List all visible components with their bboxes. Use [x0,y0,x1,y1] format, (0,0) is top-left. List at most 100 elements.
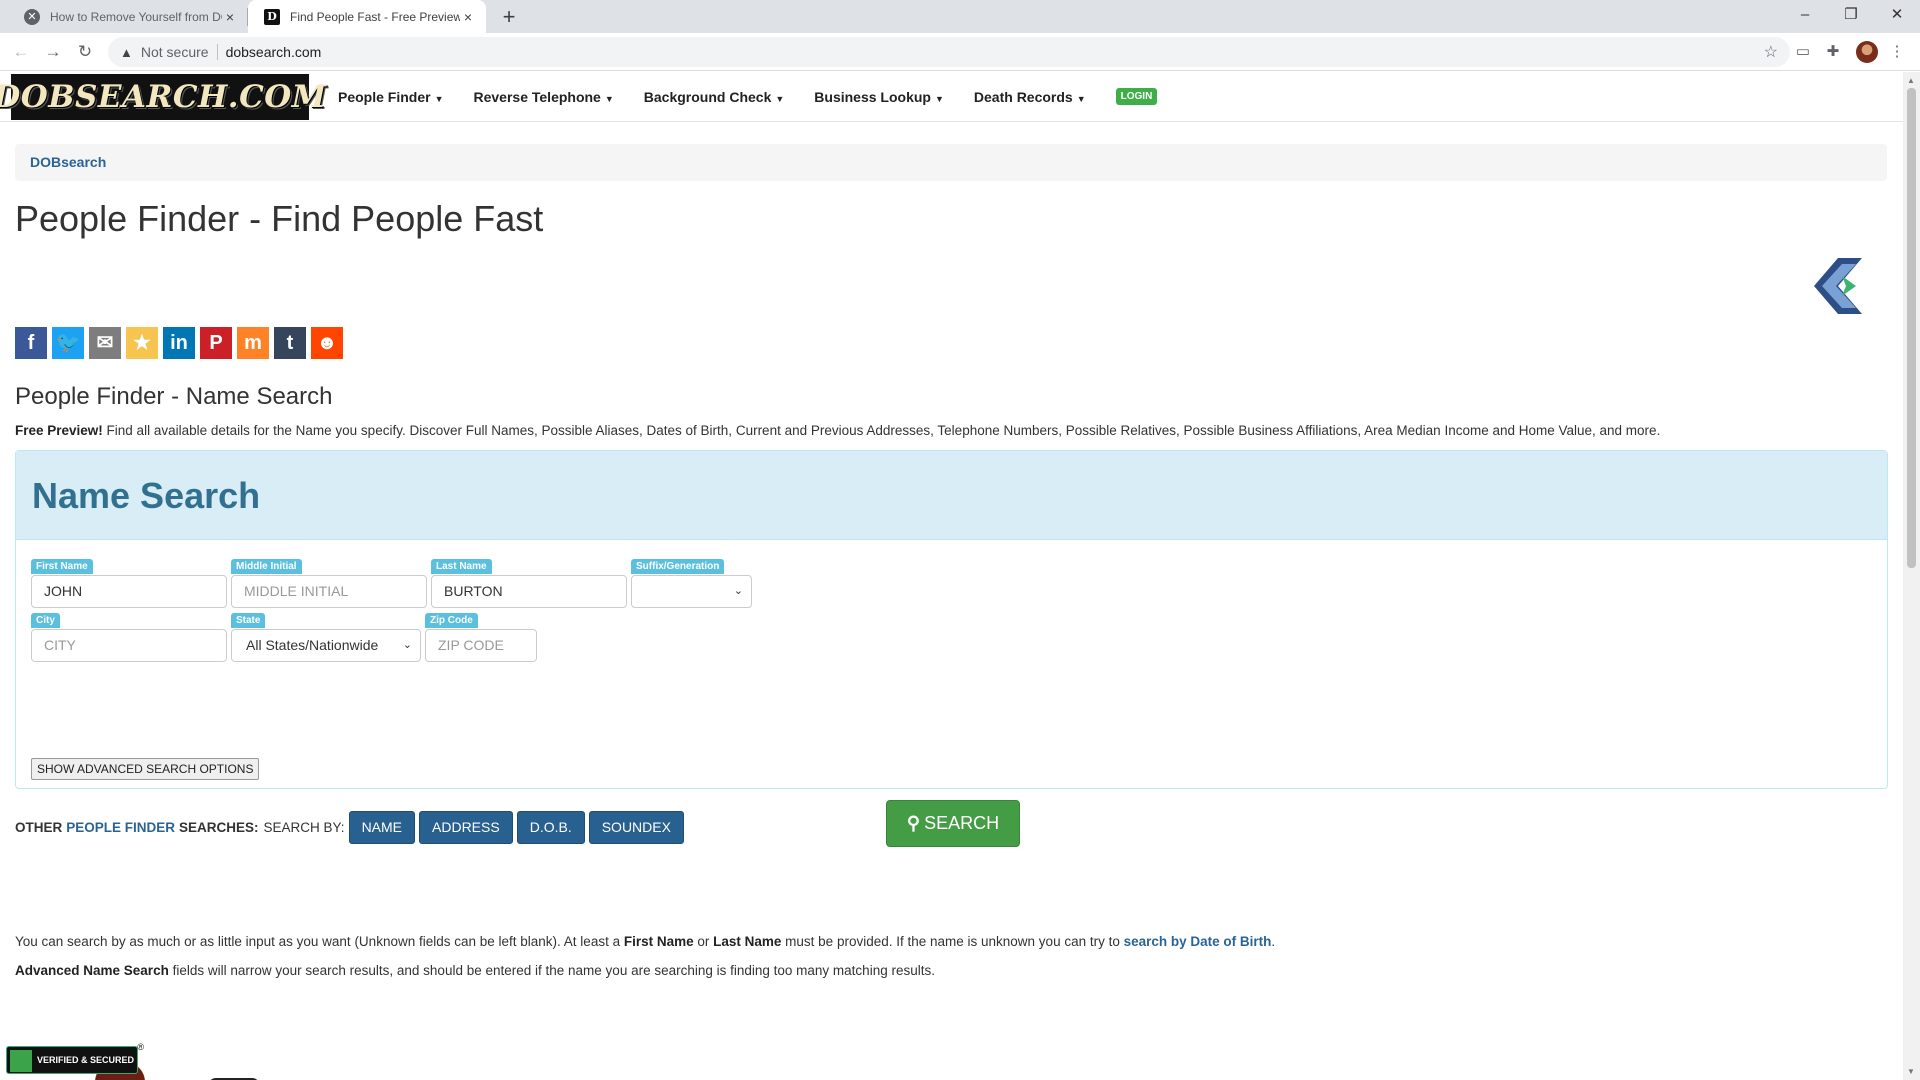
social-share-bar: f 🐦 ✉ ★ in P m t ☻ [15,327,343,359]
browser-tab-bar: ✕ How to Remove Yourself from DOBsearch … [0,0,1920,33]
tab-title: Find People Fast - Free Preview - DOBsea… [290,9,460,24]
url-text[interactable]: dobsearch.com [226,44,322,60]
page-scrollbar[interactable]: ▲ ▼ [1903,72,1920,1080]
pinterest-icon[interactable]: P [200,327,232,359]
middle-initial-input[interactable]: MIDDLE INITIAL [231,575,427,608]
chevron-down-icon: ⌄ [402,639,412,651]
name-search-panel: Name Search First Name JOHN Middle Initi… [15,450,1888,847]
browser-toolbar: ← → ↻ ▲ Not secure dobsearch.com ☆ ▭ ✚ ⋮ [0,33,1920,71]
back-icon[interactable]: ← [8,39,34,65]
advanced-options-button[interactable]: SHOW ADVANCED SEARCH OPTIONS [31,758,260,780]
facebook-icon[interactable]: f [15,327,47,359]
help-text: or [693,934,714,949]
reading-list-icon[interactable]: ▭ [1792,41,1814,63]
email-icon[interactable]: ✉ [89,327,121,359]
zip-input[interactable]: ZIP CODE [425,629,537,662]
search-by-dob-button[interactable]: D.O.B. [516,811,585,844]
other-suffix: SEARCHES: [179,820,259,835]
bookmark-star-icon[interactable]: ☆ [1764,42,1778,62]
godaddy-seal[interactable]: VERIFIED & SECURED ® [6,1042,144,1074]
nav-business-lookup[interactable]: Business Lookup ▼ [799,89,959,105]
nav-label: Death Records [973,88,1073,105]
reload-icon[interactable]: ↻ [72,39,98,65]
help-text: You can search by as much or as little i… [15,934,624,949]
site-logo[interactable]: DOBSEARCH.COM [0,73,326,120]
security-status[interactable]: Not secure [141,44,209,60]
search-label: SEARCH [924,813,1000,833]
scroll-up-icon[interactable]: ▲ [1907,76,1915,85]
people-finder-link[interactable]: PEOPLE FINDER [66,820,175,835]
nav-death-records[interactable]: Death Records ▼ [959,89,1101,105]
help-bold: Last Name [713,934,782,949]
help-text: fields will narrow your search results, … [168,963,935,978]
intro-text: Free Preview! Find all available details… [15,423,1660,438]
state-label: State [231,613,266,628]
mix-icon[interactable]: m [237,327,269,359]
zip-label: Zip Code [425,613,478,628]
search-by-soundex-button[interactable]: SOUNDEX [588,811,684,844]
other-searches-bar: OTHER PEOPLE FINDER SEARCHES: SEARCH BY:… [15,810,684,845]
search-icon: ⚲ [906,813,921,833]
minimize-icon[interactable]: – [1782,0,1828,33]
profile-avatar[interactable] [1856,41,1878,63]
help-paragraph-1: You can search by as much or as little i… [15,934,1275,949]
last-name-input[interactable]: BURTON [431,575,627,608]
address-bar[interactable]: ▲ Not secure dobsearch.com ☆ [108,37,1790,67]
dobsearch-favicon-icon: D [264,8,280,25]
breadcrumb-home-link[interactable]: DOBsearch [30,154,106,170]
lock-icon [10,1050,32,1072]
seal-box: VERIFIED & SECURED [6,1046,138,1074]
browser-tab-2[interactable]: D Find People Fast - Free Preview - DOBs… [248,0,486,33]
browser-tab-1[interactable]: ✕ How to Remove Yourself from DOBsearch … [8,0,248,33]
help-bold: Advanced Name Search [15,963,169,978]
caret-down-icon: ▼ [604,93,614,104]
tumblr-icon[interactable]: t [274,327,306,359]
tab-title: How to Remove Yourself from DOBsearch [50,9,222,24]
main-menu: People Finder ▼ Reverse Telephone ▼ Backgr… [323,89,1101,105]
menu-kebab-icon[interactable]: ⋮ [1886,41,1908,63]
tab-close-icon[interactable]: × [460,9,476,25]
state-select[interactable]: All States/Nationwide ⌄ [231,629,421,662]
other-prefix: OTHER [15,820,63,835]
first-name-input[interactable]: JOHN [31,575,227,608]
forward-icon[interactable]: → [40,39,66,65]
panel-title: Name Search [32,475,261,516]
nav-label: People Finder [338,88,431,105]
panel-heading: Name Search [16,451,1887,540]
twitter-icon[interactable]: 🐦 [52,327,84,359]
new-tab-icon[interactable]: + [496,4,522,30]
scroll-down-icon[interactable]: ▼ [1907,1067,1915,1076]
search-by-address-button[interactable]: ADDRESS [419,811,513,844]
reddit-icon[interactable]: ☻ [311,327,343,359]
login-button[interactable]: LOGIN [1115,88,1158,105]
search-by-label: SEARCH BY: [263,820,345,835]
search-by-name-button[interactable]: NAME [348,811,416,844]
suffix-select[interactable]: ⌄ [631,575,752,608]
linkedin-icon[interactable]: in [163,327,195,359]
window-close-icon[interactable]: ✕ [1874,0,1920,33]
intro-bold: Free Preview! [15,423,103,438]
tab-close-icon[interactable]: × [222,9,238,25]
help-bold: First Name [623,934,694,949]
city-input[interactable]: CITY [31,629,227,662]
nav-reverse-telephone[interactable]: Reverse Telephone ▼ [459,89,629,105]
favorite-star-icon[interactable]: ★ [126,327,158,359]
help-paragraph-2: Advanced Name Search fields will narrow … [15,963,935,978]
state-value: All States/Nationwide [246,637,379,653]
nav-background-check[interactable]: Background Check ▼ [629,89,800,105]
nav-people-finder[interactable]: People Finder ▼ [323,89,459,105]
extensions-puzzle-icon[interactable]: ✚ [1822,41,1844,63]
site-favicon-icon: ✕ [24,8,40,25]
breadcrumb[interactable]: DOBsearch [15,144,1887,181]
restore-icon[interactable]: ❐ [1828,0,1874,33]
search-by-dob-link[interactable]: search by Date of Birth [1124,934,1272,949]
caret-down-icon: ▼ [1076,93,1086,104]
warning-icon[interactable]: ▲ [120,45,133,60]
nav-label: Business Lookup [814,88,931,105]
caret-down-icon: ▼ [934,93,944,104]
scrollbar-thumb[interactable] [1907,88,1916,568]
help-text: . [1271,934,1276,949]
search-button[interactable]: ⚲ SEARCH [886,800,1020,847]
new-search-refresh-icon[interactable] [1808,254,1872,318]
middle-initial-label: Middle Initial [231,559,302,574]
